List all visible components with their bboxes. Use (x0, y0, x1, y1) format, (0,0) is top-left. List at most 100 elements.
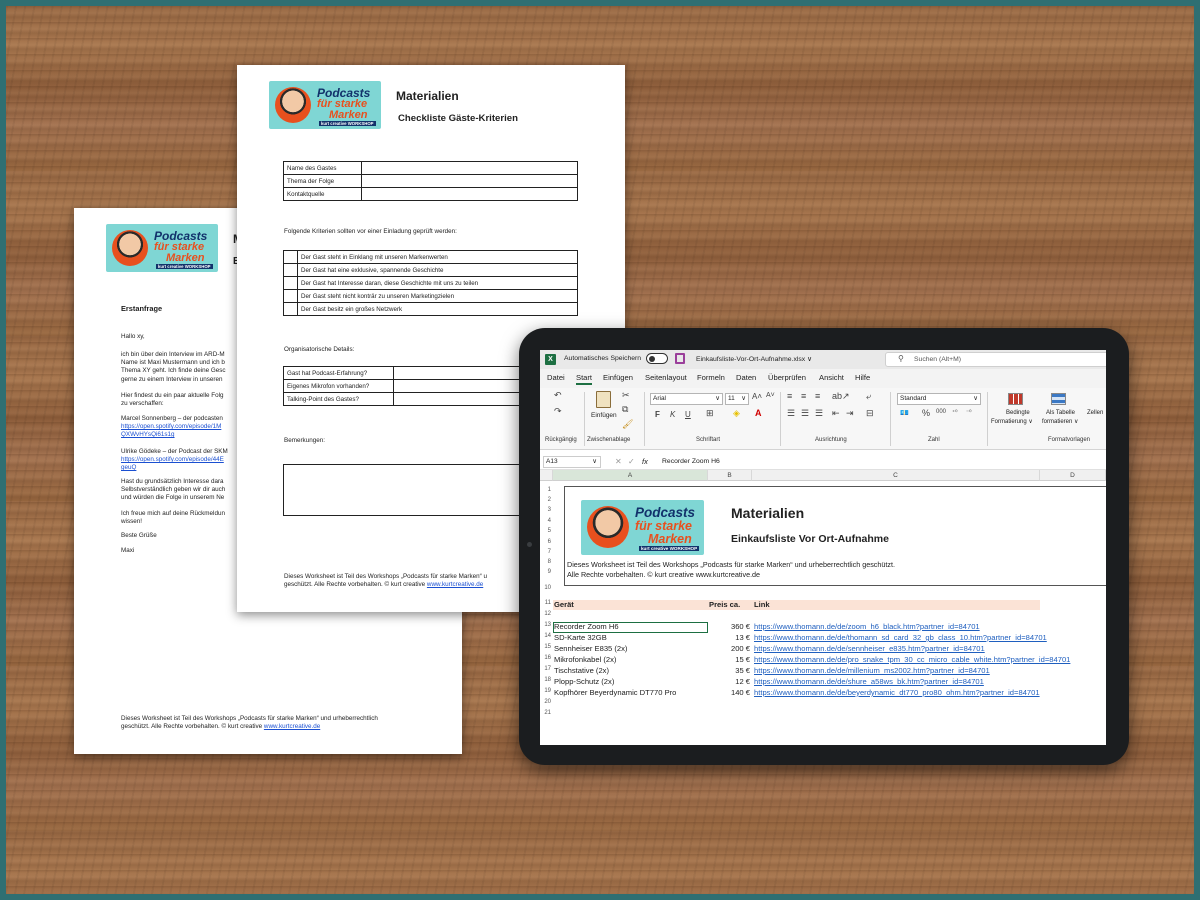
table-format-label[interactable]: Als Tabelle (1046, 410, 1075, 416)
item-link[interactable]: https://www.thomann.de/de/beyerdynamic_d… (754, 688, 1040, 697)
spotify-link[interactable]: https://open.spotify.com/episode/44E (121, 456, 228, 464)
spotify-link[interactable]: https://open.spotify.com/episode/1M (121, 423, 223, 431)
tab-einfuegen[interactable]: Einfügen (603, 373, 633, 382)
item-price[interactable]: 200 € (708, 644, 750, 653)
align-left-icon[interactable]: ☰ (787, 408, 795, 419)
row-number[interactable]: 17 (540, 666, 553, 672)
column-header[interactable]: A (553, 470, 708, 481)
borders-icon[interactable]: ⊞ (706, 408, 714, 419)
row-number[interactable]: 9 (540, 569, 553, 575)
column-header[interactable]: C (752, 470, 1040, 481)
conditional-format-label[interactable]: Formatierung ∨ (991, 418, 1033, 425)
item-name[interactable]: SD-Karte 32GB (554, 633, 607, 642)
item-name[interactable]: Mikrofonkabel (2x) (554, 655, 616, 664)
undo-icon[interactable]: ↶ (554, 390, 562, 401)
tab-ueberpruefen[interactable]: Überprüfen (768, 373, 806, 382)
row-number[interactable]: 7 (540, 549, 553, 555)
checkbox-cell[interactable] (283, 302, 298, 316)
conditional-format-icon[interactable] (1008, 393, 1023, 405)
cell-styles-label[interactable]: Zellen (1087, 410, 1103, 416)
align-bottom-icon[interactable]: ≡ (815, 391, 820, 401)
table-cell[interactable] (361, 174, 578, 188)
tab-seitenlayout[interactable]: Seitenlayout (645, 373, 687, 382)
row-number[interactable]: 1 (540, 487, 553, 493)
row-number[interactable]: 5 (540, 528, 553, 534)
selected-cell[interactable] (553, 622, 708, 633)
row-number[interactable]: 19 (540, 688, 553, 694)
row-number[interactable]: 21 (540, 710, 553, 716)
save-icon[interactable] (675, 353, 685, 364)
tab-daten[interactable]: Daten (736, 373, 756, 382)
checkbox-cell[interactable] (283, 276, 298, 290)
column-header[interactable]: B (708, 470, 752, 481)
item-name[interactable]: Sennheiser E835 (2x) (554, 644, 627, 653)
row-number[interactable]: 10 (540, 585, 553, 591)
table-cell[interactable] (361, 161, 578, 175)
item-price[interactable]: 360 € (708, 622, 750, 631)
tab-hilfe[interactable]: Hilfe (855, 373, 870, 382)
tab-ansicht[interactable]: Ansicht (819, 373, 844, 382)
align-center-icon[interactable]: ☰ (801, 408, 809, 419)
spotify-link[interactable]: geuQ (121, 464, 228, 472)
cancel-icon[interactable]: ✕ (615, 457, 622, 466)
row-number[interactable]: 3 (540, 507, 553, 513)
shrink-font-icon[interactable]: A˅ (766, 392, 775, 399)
item-name[interactable]: Kopfhörer Beyerdynamic DT770 Pro (554, 688, 676, 697)
item-link[interactable]: https://www.thomann.de/de/pro_snake_tpm_… (754, 655, 1070, 664)
tab-datei[interactable]: Datei (547, 373, 565, 382)
conditional-format-label[interactable]: Bedingte (1006, 410, 1030, 416)
item-price[interactable]: 15 € (708, 655, 750, 664)
checkbox-cell[interactable] (283, 250, 298, 264)
row-number[interactable]: 2 (540, 497, 553, 503)
paste-label[interactable]: Einfügen (591, 412, 617, 419)
spotify-link[interactable]: QXWvHYsQi61s1g (121, 431, 223, 439)
function-icon[interactable]: fx (642, 457, 648, 466)
row-number[interactable]: 15 (540, 644, 553, 650)
item-price[interactable]: 13 € (708, 633, 750, 642)
grow-font-icon[interactable]: A˄ (752, 392, 762, 401)
currency-icon[interactable]: 💶 (900, 409, 909, 417)
increase-decimal-icon[interactable]: ⁺⁰ (952, 409, 958, 416)
footer-link[interactable]: www.kurtcreative.de (264, 723, 320, 730)
search-box[interactable]: ⚲ Suchen (Alt+M) (885, 352, 1106, 367)
paste-icon[interactable] (596, 391, 611, 408)
row-number[interactable]: 6 (540, 539, 553, 545)
name-box[interactable]: A13 ∨ (543, 456, 601, 468)
table-format-label[interactable]: formatieren ∨ (1042, 418, 1078, 425)
cut-icon[interactable]: ✂ (622, 390, 630, 401)
row-number[interactable]: 8 (540, 559, 553, 565)
item-link[interactable]: https://www.thomann.de/de/shure_a58ws_bk… (754, 677, 984, 686)
item-price[interactable]: 140 € (708, 688, 750, 697)
merge-icon[interactable]: ⊟ (866, 408, 874, 419)
item-name[interactable]: Tischstative (2x) (554, 666, 609, 675)
row-number[interactable]: 14 (540, 633, 553, 639)
redo-icon[interactable]: ↷ (554, 406, 562, 417)
formula-input[interactable]: Recorder Zoom H6 (662, 458, 720, 465)
italic-button[interactable]: K (670, 410, 675, 419)
row-number[interactable]: 20 (540, 699, 553, 705)
item-link[interactable]: https://www.thomann.de/de/thomann_sd_car… (754, 633, 1047, 642)
footer-link[interactable]: www.kurtcreative.de (427, 581, 483, 588)
thousands-icon[interactable]: 000 (936, 409, 946, 415)
table-cell[interactable] (361, 187, 578, 201)
underline-button[interactable]: U (685, 410, 691, 419)
row-number[interactable]: 13 (540, 622, 553, 628)
align-right-icon[interactable]: ☰ (815, 408, 823, 419)
row-number[interactable]: 12 (540, 611, 553, 617)
item-link[interactable]: https://www.thomann.de/de/zoom_h6_black.… (754, 622, 980, 631)
item-link[interactable]: https://www.thomann.de/de/sennheiser_e83… (754, 644, 985, 653)
align-top-icon[interactable]: ≡ (787, 391, 792, 401)
confirm-icon[interactable]: ✓ (628, 457, 635, 466)
number-format-select[interactable]: Standard ∨ (897, 393, 981, 405)
percent-icon[interactable]: % (922, 408, 930, 418)
outdent-icon[interactable]: ⇥ (846, 408, 854, 419)
item-link[interactable]: https://www.thomann.de/de/millenium_ms20… (754, 666, 990, 675)
row-number[interactable]: 18 (540, 677, 553, 683)
align-middle-icon[interactable]: ≡ (801, 391, 806, 401)
format-painter-icon[interactable]: 🖌 (622, 419, 633, 430)
autosave-toggle[interactable] (646, 353, 668, 364)
indent-icon[interactable]: ⇤ (832, 408, 840, 419)
column-header[interactable]: D (1040, 470, 1106, 481)
corner-select[interactable] (540, 470, 553, 481)
item-price[interactable]: 12 € (708, 677, 750, 686)
